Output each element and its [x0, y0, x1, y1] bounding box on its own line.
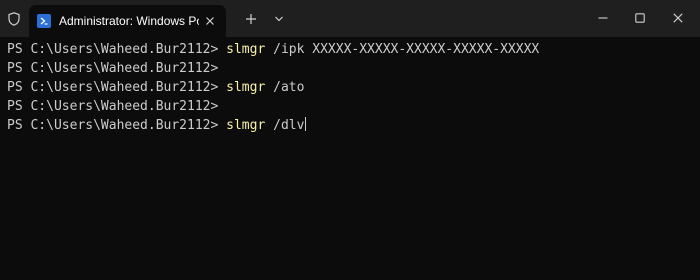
shield-icon — [7, 11, 21, 27]
plus-icon[interactable] — [243, 11, 259, 27]
console-line: PS C:\Users\Waheed.Bur2112> — [7, 59, 539, 78]
title-bar: Administrator: Windows PowerShell — [0, 0, 700, 37]
command-args: /dlv — [265, 118, 305, 133]
prompt: PS C:\Users\Waheed.Bur2112> — [7, 61, 219, 76]
text-cursor — [305, 117, 307, 131]
tab-close-icon[interactable] — [202, 13, 218, 29]
close-icon[interactable] — [658, 6, 698, 30]
command: slmgr — [226, 118, 266, 133]
console-line-active[interactable]: PS C:\Users\Waheed.Bur2112> slmgr /dlv — [7, 116, 539, 135]
prompt: PS C:\Users\Waheed.Bur2112> — [7, 118, 227, 133]
command-args: /ato — [265, 80, 305, 95]
console-line: PS C:\Users\Waheed.Bur2112> slmgr /ato — [7, 78, 539, 97]
minimize-icon[interactable] — [583, 6, 623, 30]
console-output[interactable]: PS C:\Users\Waheed.Bur2112> slmgr /ipk X… — [0, 37, 700, 280]
prompt: PS C:\Users\Waheed.Bur2112> — [7, 42, 227, 57]
console-line: PS C:\Users\Waheed.Bur2112> slmgr /ipk X… — [7, 40, 539, 59]
prompt: PS C:\Users\Waheed.Bur2112> — [7, 80, 227, 95]
chevron-down-icon[interactable] — [272, 12, 286, 26]
powershell-icon — [37, 14, 51, 28]
tab-powershell[interactable]: Administrator: Windows PowerShell — [29, 5, 226, 37]
command-args: /ipk XXXXX-XXXXX-XXXXX-XXXXX-XXXXX — [265, 42, 540, 57]
console-lines: PS C:\Users\Waheed.Bur2112> slmgr /ipk X… — [7, 40, 539, 135]
prompt: PS C:\Users\Waheed.Bur2112> — [7, 99, 219, 114]
console-line: PS C:\Users\Waheed.Bur2112> — [7, 97, 539, 116]
tab-title: Administrator: Windows PowerShell — [59, 14, 199, 28]
terminal-window: Administrator: Windows PowerShell — [0, 0, 700, 280]
maximize-icon[interactable] — [620, 6, 660, 30]
command: slmgr — [226, 80, 266, 95]
command: slmgr — [226, 42, 266, 57]
